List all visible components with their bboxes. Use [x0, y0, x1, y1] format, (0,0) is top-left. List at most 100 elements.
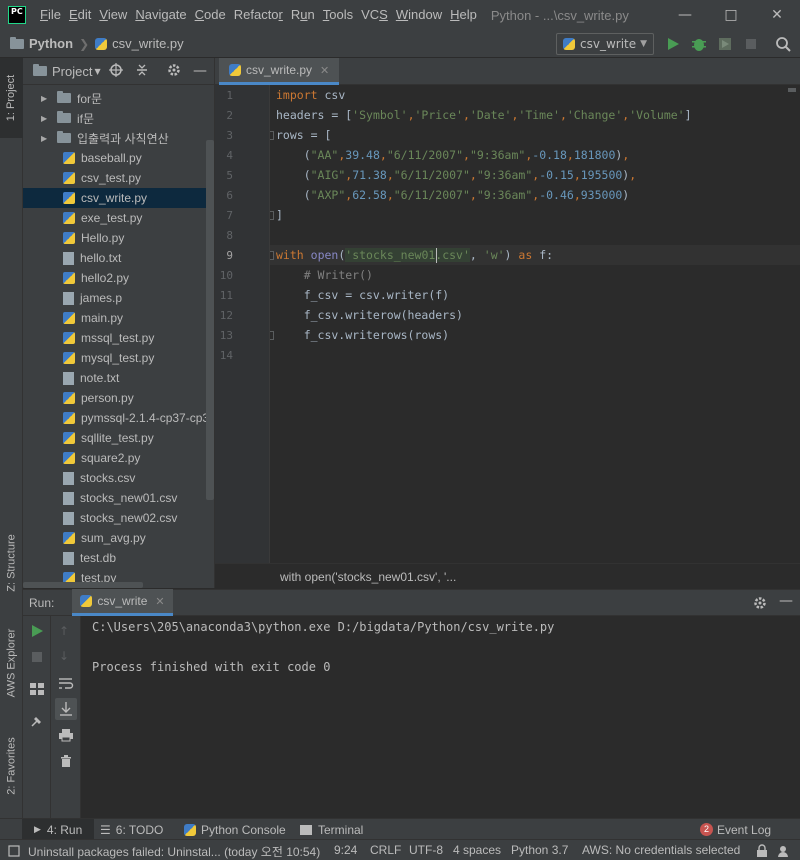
tree-file[interactable]: note.txt	[23, 368, 213, 388]
line-number[interactable]: 12	[203, 309, 233, 322]
tree-file[interactable]: pymssql-2.1.4-cp37-cp3	[23, 408, 213, 428]
menu-item[interactable]: Help	[446, 0, 481, 30]
close-tab-icon[interactable]: ✕	[155, 595, 164, 608]
tree-file[interactable]: main.py	[23, 308, 213, 328]
search-everywhere-button[interactable]	[774, 35, 792, 53]
lock-icon[interactable]	[756, 844, 768, 860]
gear-icon[interactable]	[753, 596, 767, 613]
tree-file[interactable]: Hello.py	[23, 228, 213, 248]
menu-item[interactable]: Refactor	[230, 0, 287, 30]
project-tool-tab[interactable]: 1: Project	[0, 58, 23, 138]
soft-wrap-icon[interactable]	[58, 676, 74, 693]
line-number[interactable]: 2	[203, 109, 233, 122]
tree-file[interactable]: sum_avg.py	[23, 528, 213, 548]
pin-button[interactable]	[30, 714, 44, 731]
menu-item[interactable]: Run	[287, 0, 319, 30]
event-log-tool-tab[interactable]: 2 Event Log	[700, 819, 771, 840]
tree-file[interactable]: hello2.py	[23, 268, 213, 288]
expand-arrow-icon[interactable]: ▶	[41, 94, 51, 103]
terminal-tool-tab[interactable]: Terminal	[300, 819, 363, 840]
collapse-all-icon[interactable]	[135, 63, 149, 80]
tree-file[interactable]: person.py	[23, 388, 213, 408]
arrow-up-icon[interactable]: ↑	[59, 624, 69, 638]
menu-item[interactable]: Window	[392, 0, 446, 30]
python-interpreter[interactable]: Python 3.7	[511, 843, 568, 857]
tree-file[interactable]: stocks_new02.csv	[23, 508, 213, 528]
coverage-button[interactable]	[716, 35, 734, 53]
todo-tool-tab[interactable]: ☰ 6: TODO	[100, 819, 163, 840]
line-separator[interactable]: CRLF	[370, 843, 401, 857]
tree-file[interactable]: csv_write.py	[23, 188, 213, 208]
status-warning-icon[interactable]	[8, 845, 20, 860]
line-number[interactable]: 9	[203, 249, 233, 262]
tree-file[interactable]: stocks_new01.csv	[23, 488, 213, 508]
code-editor[interactable]: import csv headers = ['Symbol','Price','…	[270, 85, 800, 563]
locate-file-icon[interactable]	[109, 63, 123, 80]
fold-marker[interactable]	[270, 211, 274, 220]
line-number[interactable]: 3	[203, 129, 233, 142]
hide-panel-icon[interactable]: —	[193, 63, 207, 79]
line-number[interactable]: 7	[203, 209, 233, 222]
run-console[interactable]: C:\Users\205\anaconda3\python.exe D:/big…	[81, 616, 800, 818]
line-number[interactable]: 5	[203, 169, 233, 182]
gear-icon[interactable]	[167, 63, 181, 80]
tree-file[interactable]: square2.py	[23, 448, 213, 468]
menu-item[interactable]: Code	[191, 0, 230, 30]
minimize-button[interactable]: —	[662, 0, 708, 30]
run-configuration-dropdown[interactable]: csv_write ▼	[556, 33, 654, 55]
tree-file[interactable]: james.p	[23, 288, 213, 308]
project-view-selector[interactable]: Project	[52, 64, 92, 79]
line-number[interactable]: 13	[203, 329, 233, 342]
editor-breadcrumb[interactable]: with open('stocks_new01.csv', '...	[215, 563, 800, 589]
menu-item[interactable]: Tools	[319, 0, 357, 30]
menu-item[interactable]: File	[36, 0, 65, 30]
run-tool-tab[interactable]: ▶ 4: Run	[22, 819, 95, 840]
breadcrumb-file[interactable]: csv_write.py	[95, 36, 184, 51]
rerun-button[interactable]	[30, 624, 44, 641]
menu-item[interactable]: Navigate	[131, 0, 190, 30]
breadcrumb-project[interactable]: Python	[10, 36, 73, 51]
line-number[interactable]: 11	[203, 289, 233, 302]
menu-item[interactable]: VCS	[357, 0, 392, 30]
layout-button[interactable]	[29, 682, 45, 699]
close-tab-icon[interactable]: ✕	[320, 64, 329, 77]
tree-file[interactable]: baseball.py	[23, 148, 213, 168]
inspection-marker[interactable]	[788, 88, 796, 92]
fold-marker[interactable]	[270, 331, 274, 340]
expand-arrow-icon[interactable]: ▶	[41, 114, 51, 123]
expand-arrow-icon[interactable]: ▶	[41, 134, 51, 143]
print-icon[interactable]	[58, 728, 74, 745]
run-tab-csv-write[interactable]: csv_write ✕	[72, 589, 173, 616]
menu-item[interactable]: Edit	[65, 0, 95, 30]
editor-tab-csv-write[interactable]: csv_write.py ✕	[219, 58, 340, 85]
line-number[interactable]: 8	[203, 229, 233, 242]
tree-file[interactable]: hello.txt	[23, 248, 213, 268]
caret-position[interactable]: 9:24	[334, 843, 357, 857]
scroll-to-end-icon[interactable]	[55, 698, 77, 720]
line-number[interactable]: 1	[203, 89, 233, 102]
tree-file[interactable]: sqllite_test.py	[23, 428, 213, 448]
indent-setting[interactable]: 4 spaces	[453, 843, 501, 857]
debug-button[interactable]	[690, 35, 708, 53]
arrow-down-icon[interactable]: ↓	[59, 649, 69, 663]
inspection-profile-icon[interactable]	[776, 844, 790, 860]
aws-credentials[interactable]: AWS: No credentials selected	[582, 843, 740, 857]
maximize-button[interactable]: □	[708, 0, 754, 30]
tree-file[interactable]: exe_test.py	[23, 208, 213, 228]
stop-button[interactable]	[31, 651, 43, 666]
tree-file[interactable]: mysql_test.py	[23, 348, 213, 368]
run-button[interactable]	[664, 35, 682, 53]
favorites-tool-tab[interactable]: 2: Favorites	[0, 723, 23, 808]
structure-tool-tab[interactable]: Z: Structure	[0, 518, 23, 608]
tree-file[interactable]: stocks.csv	[23, 468, 213, 488]
trash-icon[interactable]	[59, 754, 73, 771]
line-number[interactable]: 10	[203, 269, 233, 282]
aws-explorer-tool-tab[interactable]: AWS Explorer	[0, 613, 23, 713]
tree-folder[interactable]: ▶ for문	[23, 88, 213, 108]
tree-file[interactable]: test.db	[23, 548, 213, 568]
file-encoding[interactable]: UTF-8	[409, 843, 443, 857]
tree-folder[interactable]: ▶ 입출력과 사칙연산	[23, 128, 213, 148]
tree-file[interactable]: csv_test.py	[23, 168, 213, 188]
fold-marker[interactable]	[270, 131, 274, 140]
line-number[interactable]: 6	[203, 189, 233, 202]
